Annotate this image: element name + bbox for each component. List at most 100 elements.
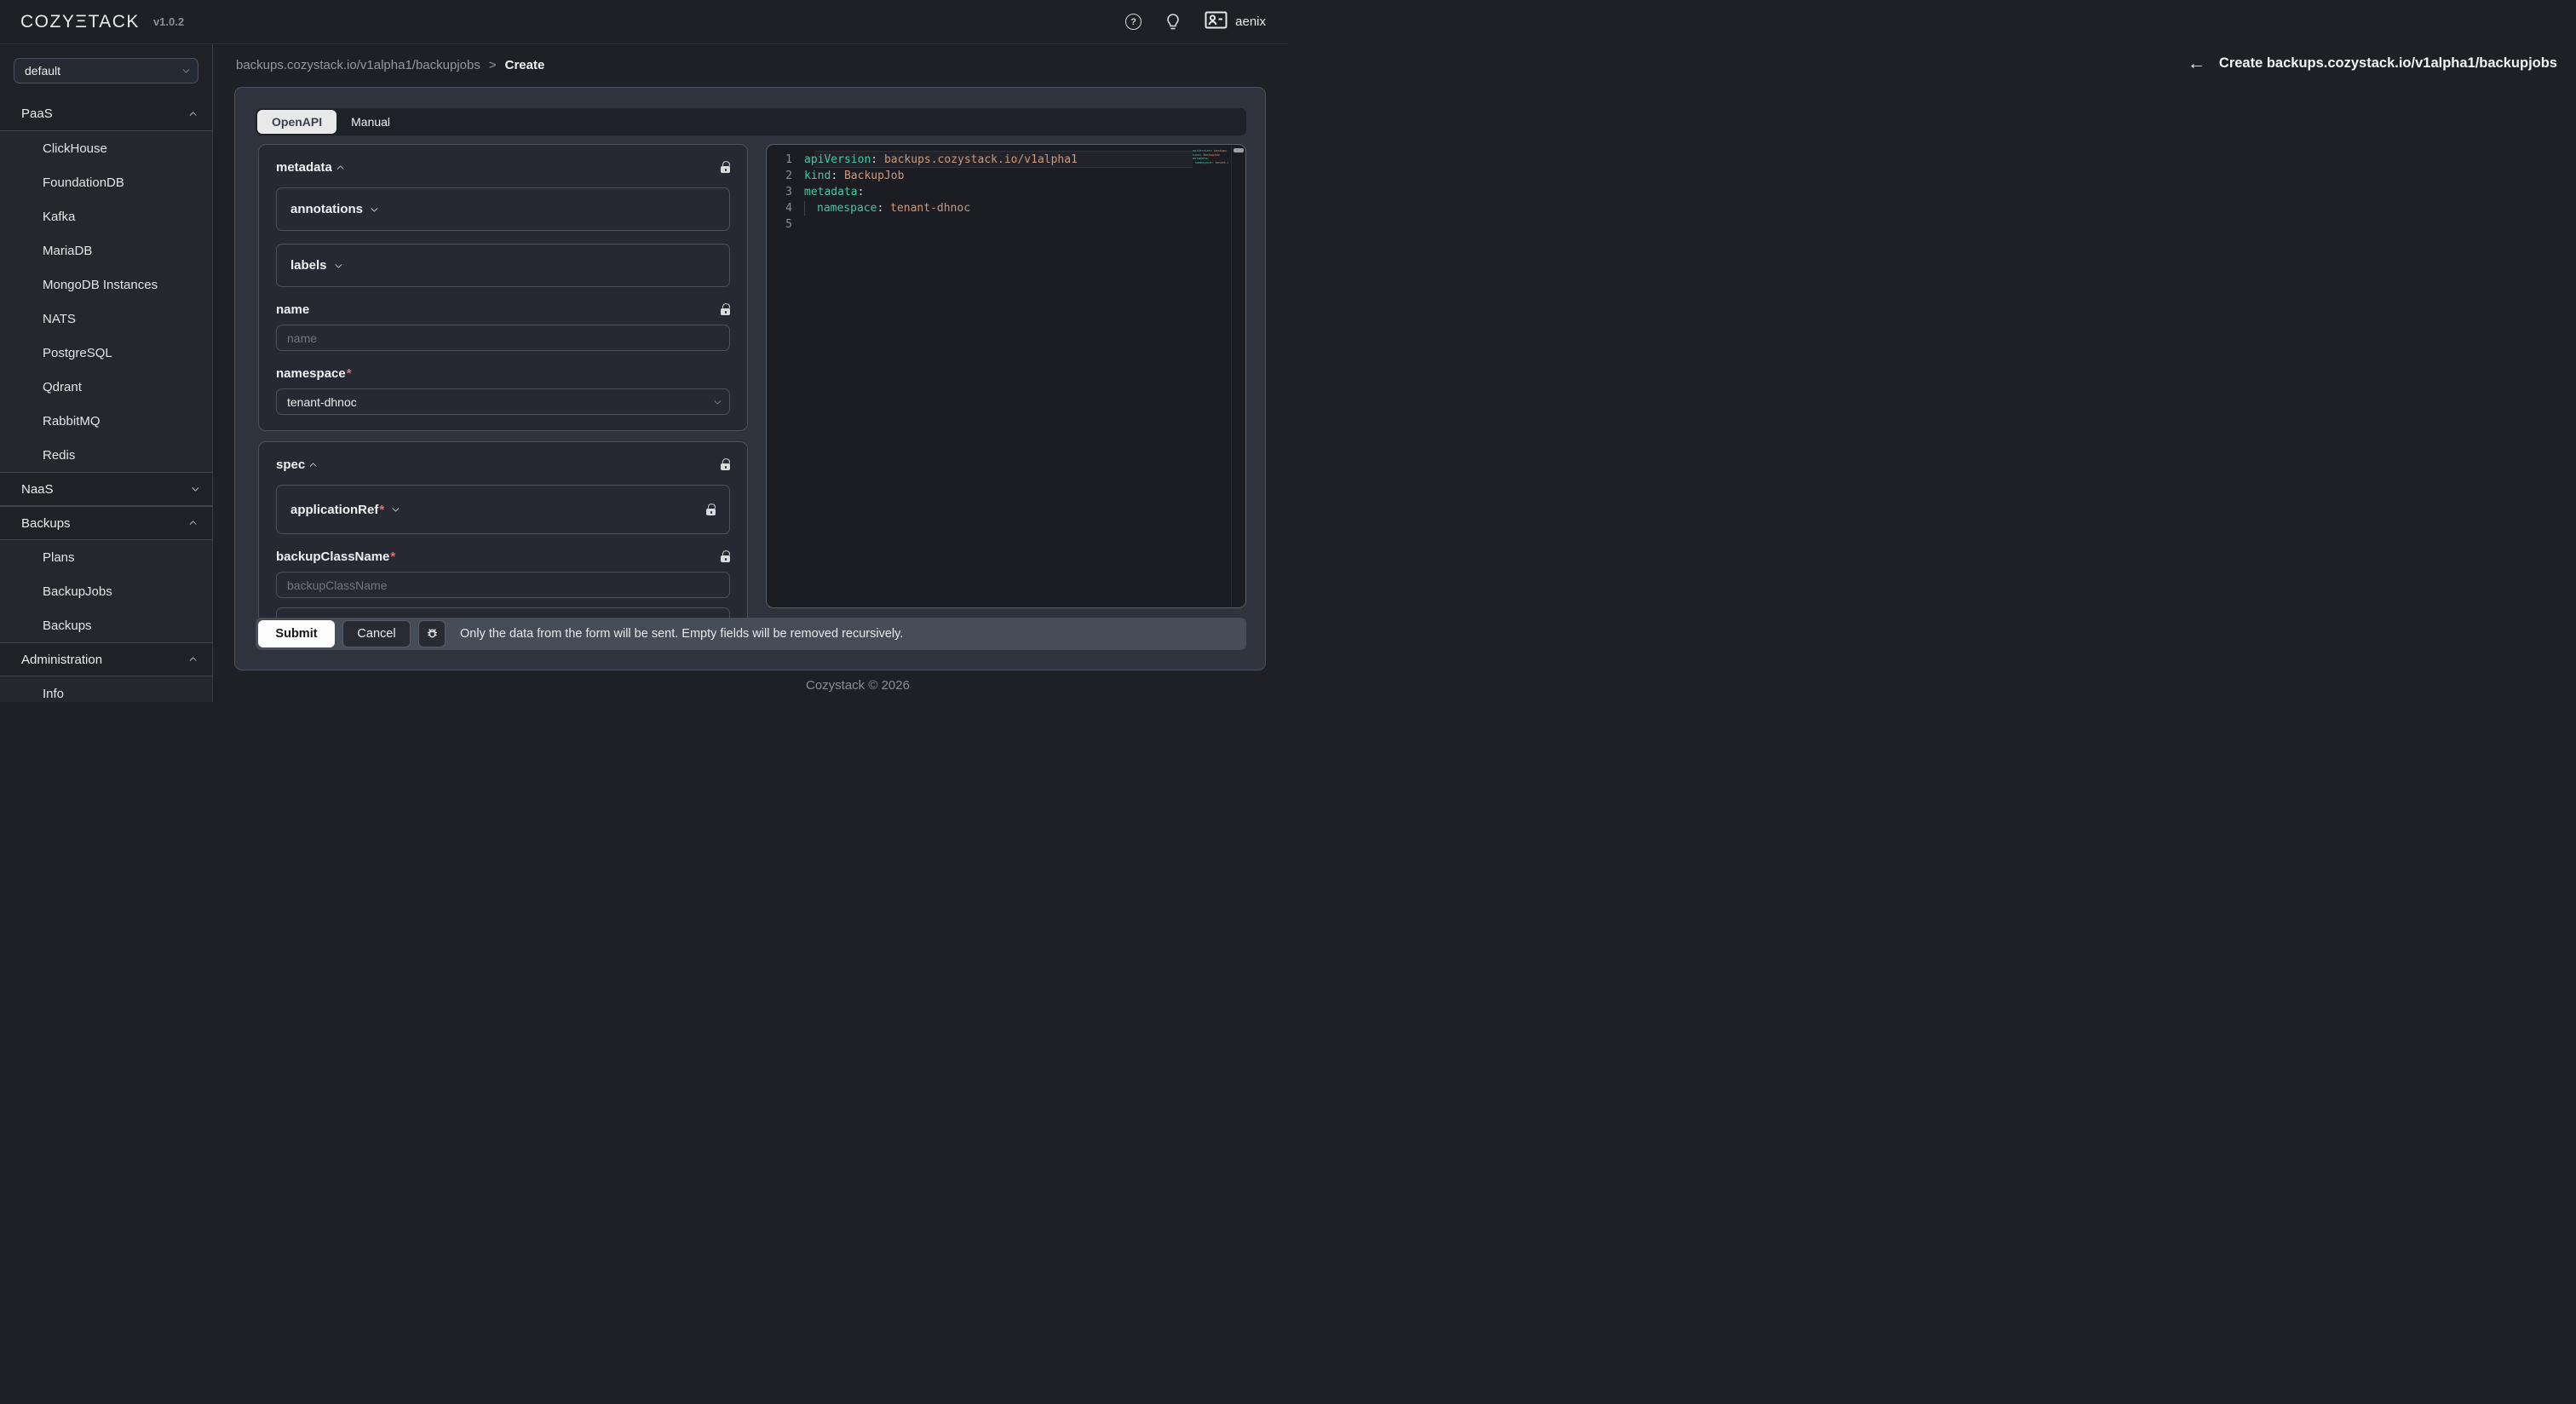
sidebar-item-qdrant[interactable]: Qdrant bbox=[0, 370, 212, 404]
chevron-down-icon bbox=[192, 484, 198, 491]
chevron-down-icon bbox=[335, 261, 342, 268]
lightbulb-theme-icon[interactable] bbox=[1165, 13, 1181, 32]
name-input[interactable] bbox=[276, 325, 730, 351]
debug-button[interactable] bbox=[418, 620, 446, 647]
form-column: metadata annotations labels name namespa… bbox=[258, 144, 748, 618]
application-ref-group[interactable]: applicationRef* bbox=[276, 485, 730, 534]
sidebar-item-mongodb-instances[interactable]: MongoDB Instances bbox=[0, 268, 212, 302]
sidebar-item-info[interactable]: Info bbox=[0, 676, 212, 702]
unlock-icon[interactable] bbox=[706, 504, 716, 515]
indent-guide bbox=[804, 201, 817, 216]
required-asterisk: * bbox=[390, 550, 395, 564]
unlock-icon[interactable] bbox=[721, 459, 730, 470]
line-number: 5 bbox=[767, 216, 804, 233]
chevron-up-icon bbox=[189, 112, 196, 118]
unlock-icon[interactable] bbox=[721, 304, 730, 315]
spec-header[interactable]: spec bbox=[276, 457, 730, 472]
username: aenix bbox=[1235, 14, 1266, 29]
tab-manual[interactable]: Manual bbox=[336, 110, 405, 134]
submit-button[interactable]: Submit bbox=[258, 620, 335, 647]
editor-line[interactable]: 2kind: BackupJob bbox=[767, 168, 1186, 184]
editor-line[interactable]: 4namespace: tenant-dhnoc bbox=[767, 200, 1186, 216]
metadata-header[interactable]: metadata bbox=[276, 160, 730, 175]
scrollbar-thumb[interactable] bbox=[1233, 148, 1244, 152]
metadata-title: metadata bbox=[276, 160, 332, 175]
scrollbar-divider bbox=[1231, 145, 1232, 607]
user-menu[interactable]: aenix bbox=[1205, 11, 1266, 32]
sidebar-item-clickhouse[interactable]: ClickHouse bbox=[0, 131, 212, 165]
metadata-section: metadata annotations labels name namespa… bbox=[258, 144, 748, 431]
chevron-up-icon bbox=[310, 463, 317, 469]
editor-mode-tabs: OpenAPI Manual bbox=[256, 108, 1246, 135]
plan-ref-group[interactable]: planRef bbox=[276, 607, 730, 618]
sidebar-section-naas[interactable]: NaaS bbox=[0, 472, 212, 506]
breadcrumb-current: Create bbox=[505, 58, 545, 72]
top-header: COZYΞTACK v1.0.2 ? aenix bbox=[0, 0, 1288, 44]
chevron-up-icon bbox=[189, 521, 196, 527]
sidebar-item-foundationdb[interactable]: FoundationDB bbox=[0, 165, 212, 199]
chevron-down-icon bbox=[182, 66, 189, 72]
section-label: NaaS bbox=[21, 482, 54, 497]
unlock-icon[interactable] bbox=[721, 162, 730, 173]
sidebar-section-paas[interactable]: PaaS bbox=[0, 97, 212, 131]
namespace-select[interactable]: tenant-dhnoc bbox=[276, 388, 730, 415]
annotations-group[interactable]: annotations bbox=[276, 187, 730, 231]
namespace-select-value: tenant-dhnoc bbox=[287, 395, 357, 409]
project-select[interactable]: default bbox=[14, 58, 198, 83]
project-select-value: default bbox=[25, 64, 60, 78]
section-label: Backups bbox=[21, 516, 71, 531]
editor-line[interactable]: 1apiVersion: backups.cozystack.io/v1alph… bbox=[767, 152, 1186, 168]
name-field-label: name bbox=[276, 302, 730, 317]
line-number: 1 bbox=[767, 152, 804, 168]
section-label: PaaS bbox=[21, 106, 53, 121]
editor-line[interactable]: 3metadata: bbox=[767, 184, 1186, 200]
required-asterisk: * bbox=[347, 366, 352, 381]
breadcrumb-separator: > bbox=[489, 58, 497, 72]
namespace-field-label: namespace* bbox=[276, 366, 730, 381]
labels-group[interactable]: labels bbox=[276, 244, 730, 287]
page-title: Create backups.cozystack.io/v1alpha1/bac… bbox=[2219, 55, 2557, 72]
bug-icon bbox=[425, 625, 440, 642]
sidebar-item-rabbitmq[interactable]: RabbitMQ bbox=[0, 404, 212, 438]
minimap[interactable]: apiVersion: backups.cozystack.io/v1alpha… bbox=[1193, 149, 1228, 164]
annotations-label: annotations bbox=[290, 202, 363, 216]
chevron-down-icon bbox=[714, 397, 721, 404]
sidebar: default PaaSClickHouseFoundationDBKafkaM… bbox=[0, 44, 213, 702]
labels-label: labels bbox=[290, 258, 327, 273]
action-bar: Submit Cancel Only the data from the for… bbox=[256, 618, 1246, 650]
sidebar-item-redis[interactable]: Redis bbox=[0, 438, 212, 472]
tab-openapi[interactable]: OpenAPI bbox=[257, 110, 336, 134]
sidebar-item-nats[interactable]: NATS bbox=[0, 302, 212, 336]
backup-class-input[interactable] bbox=[276, 572, 730, 598]
breadcrumb: backups.cozystack.io/v1alpha1/backupjobs… bbox=[236, 58, 544, 72]
section-label: Administration bbox=[21, 653, 102, 667]
backup-class-field-label: backupClassName* bbox=[276, 550, 730, 564]
app-logo: COZYΞTACK bbox=[20, 12, 140, 32]
help-icon[interactable]: ? bbox=[1125, 14, 1141, 30]
yaml-editor[interactable]: 1 apiVersion: backups.cozystack.io/v1alph… bbox=[766, 144, 1246, 608]
user-card-icon bbox=[1205, 11, 1228, 32]
sidebar-item-postgresql[interactable]: PostgreSQL bbox=[0, 336, 212, 370]
form-note: Only the data from the form will be sent… bbox=[460, 627, 903, 641]
back-arrow-icon[interactable]: ← bbox=[2188, 55, 2205, 72]
line-number: 2 bbox=[767, 168, 804, 184]
sidebar-item-backupjobs[interactable]: BackupJobs bbox=[0, 574, 212, 608]
application-ref-label: applicationRef* bbox=[290, 503, 384, 517]
sidebar-item-mariadb[interactable]: MariaDB bbox=[0, 233, 212, 268]
editor-line[interactable]: 5 bbox=[767, 216, 1186, 233]
breadcrumb-path[interactable]: backups.cozystack.io/v1alpha1/backupjobs bbox=[236, 58, 480, 72]
chevron-down-icon bbox=[371, 204, 377, 211]
section-items: ClickHouseFoundationDBKafkaMariaDBMongoD… bbox=[0, 131, 212, 472]
sidebar-item-kafka[interactable]: Kafka bbox=[0, 199, 212, 233]
spec-section: spec applicationRef* backupClassName* pl… bbox=[258, 441, 748, 618]
sidebar-item-backups[interactable]: Backups bbox=[0, 608, 212, 642]
unlock-icon[interactable] bbox=[721, 551, 730, 562]
line-number: 3 bbox=[767, 184, 804, 200]
sidebar-section-administration[interactable]: Administration bbox=[0, 642, 212, 676]
sidebar-item-plans[interactable]: Plans bbox=[0, 540, 212, 574]
sidebar-section-backups[interactable]: Backups bbox=[0, 506, 212, 540]
app-version: v1.0.2 bbox=[153, 15, 184, 28]
editor-lines: 1apiVersion: backups.cozystack.io/v1alph… bbox=[767, 152, 1186, 233]
cancel-button[interactable]: Cancel bbox=[342, 620, 411, 647]
section-items: Info bbox=[0, 676, 212, 702]
